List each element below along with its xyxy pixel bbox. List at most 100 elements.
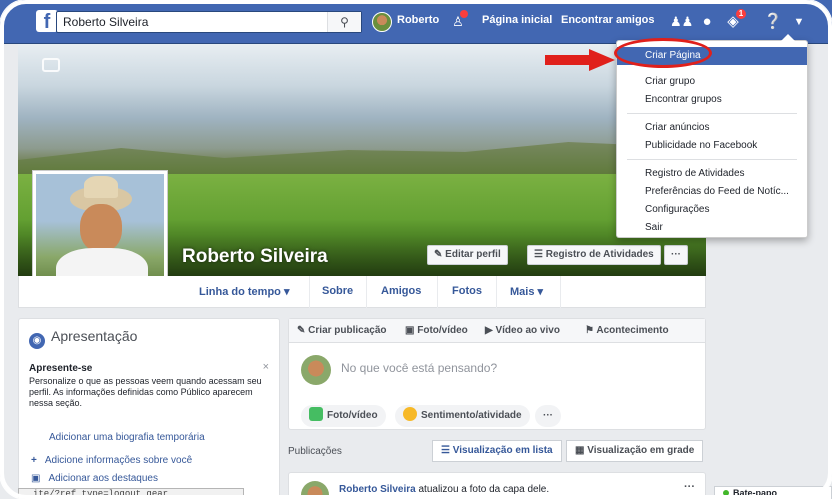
list-icon: ☰ (534, 249, 546, 260)
add-highlights-label: Adicionar aos destaques (48, 473, 158, 484)
close-icon[interactable]: × (263, 361, 269, 373)
tab-friends[interactable]: Amigos (381, 285, 421, 297)
composer-tabs: ✎ Criar publicação ▣ Foto/vídeo ▶ Vídeo … (289, 319, 705, 343)
tab-divider (496, 276, 497, 308)
profile-link[interactable]: Roberto (397, 14, 439, 26)
edit-profile-button[interactable]: ✎ Editar perfil (427, 245, 508, 265)
post-header: Roberto Silveira atualizou a foto da cap… (339, 484, 549, 495)
find-friends-link[interactable]: Encontrar amigos (561, 14, 655, 26)
intro-subtitle: Apresente-se (29, 363, 93, 374)
create-post-label: Criar publicação (308, 325, 387, 336)
plus-icon: + (31, 455, 37, 466)
status-url: ite/?ref_type=logout_gear (18, 488, 244, 499)
activity-log-button[interactable]: ☰ Registro de Atividades (527, 245, 661, 265)
list-view-label: Visualização em lista (452, 445, 553, 456)
menu-item-advertising[interactable]: Publicidade no Facebook (617, 137, 807, 155)
avatar[interactable] (372, 12, 392, 32)
live-video-label: Vídeo ao vivo (495, 325, 560, 336)
add-info-link[interactable]: + Adicione informações sobre você (31, 455, 192, 466)
search-box: ⚲ (56, 11, 362, 33)
photo-video-tab-label: Foto/vídeo (417, 325, 468, 336)
feeling-activity-label: Sentimento/atividade (421, 410, 522, 421)
menu-item-create-ads[interactable]: Criar anúncios (617, 119, 807, 137)
photo-icon (309, 407, 323, 421)
tab-divider (309, 276, 310, 308)
search-input[interactable] (57, 12, 327, 32)
photo-icon: ▣ (31, 473, 41, 484)
grid-view-label: Visualização em grade (587, 445, 695, 456)
menu-item-activity-log[interactable]: Registro de Atividades (617, 165, 807, 183)
tab-about[interactable]: Sobre (322, 285, 353, 297)
tab-photo-video[interactable]: ▣ Foto/vídeo (405, 325, 468, 336)
post-composer: ✎ Criar publicação ▣ Foto/vídeo ▶ Vídeo … (288, 318, 706, 430)
tab-live-video[interactable]: ▶ Vídeo ao vivo (485, 325, 560, 336)
home-link[interactable]: Página inicial (482, 14, 552, 26)
flag-icon: ⚑ (585, 325, 597, 336)
add-highlights-link[interactable]: ▣ Adicionar aos destaques (31, 473, 158, 484)
tab-life-event[interactable]: ⚑ Acontecimento (585, 325, 669, 336)
add-info-label: Adicione informações sobre você (44, 455, 193, 466)
tab-timeline[interactable]: Linha do tempo ▾ (199, 285, 289, 298)
face (80, 204, 122, 252)
photo-video-label: Foto/vídeo (327, 410, 378, 421)
publications-title: Publicações (288, 446, 342, 457)
pencil-icon: ✎ (297, 325, 309, 336)
timeline-navigation: Linha do tempo ▾ Sobre Amigos Fotos Mais… (18, 276, 706, 308)
post-author-link[interactable]: Roberto Silveira (339, 484, 416, 495)
video-icon: ▶ (485, 325, 496, 336)
tab-photos[interactable]: Fotos (452, 285, 482, 297)
profile-name[interactable]: Roberto Silveira (182, 246, 328, 268)
notification-dot (460, 10, 468, 18)
grid-icon: ▦ (575, 445, 588, 456)
facebook-logo-icon[interactable]: f (36, 10, 58, 32)
intro-panel: ◉ Apresentação Apresente-se × Personalize… (18, 318, 280, 499)
friend-requests-icon[interactable]: ♟♟ (670, 12, 693, 32)
menu-item-create-group[interactable]: Criar grupo (617, 73, 807, 91)
intro-title: Apresentação (51, 328, 138, 344)
help-icon[interactable]: ❔ (762, 12, 784, 32)
menu-item-logout[interactable]: Sair (617, 219, 807, 237)
highlight-ring (614, 38, 712, 68)
tab-more[interactable]: Mais ▾ (510, 285, 543, 298)
cover-more-button[interactable]: ··· (664, 245, 688, 265)
grid-view-button[interactable]: ▦ Visualização em grade (566, 440, 704, 462)
chat-bar[interactable]: Bate-papo (714, 486, 832, 499)
list-icon: ☰ (441, 445, 453, 456)
menu-item-news-feed-preferences[interactable]: Preferências do Feed de Notíc... (617, 183, 807, 201)
post-options-button[interactable]: ··· (684, 481, 695, 493)
menu-divider (627, 159, 797, 160)
post-text: atualizou a foto da capa dele. (418, 484, 550, 495)
feeling-activity-button[interactable]: Sentimento/atividade (395, 405, 530, 427)
composer-more-button[interactable]: ··· (535, 405, 561, 427)
globe-icon: ◉ (29, 333, 45, 349)
menu-item-find-groups[interactable]: Encontrar grupos (617, 91, 807, 109)
search-icon[interactable]: ⚲ (327, 12, 361, 32)
activity-log-label: Registro de Atividades (545, 249, 654, 260)
chat-label: Bate-papo (733, 488, 778, 498)
intro-header: ◉ Apresentação (29, 328, 137, 349)
online-status-icon (723, 490, 729, 496)
camera-icon[interactable] (42, 58, 60, 72)
top-navigation-bar: f ⚲ Roberto ♙ Página inicial Encontrar a… (0, 0, 832, 44)
notifications-count-badge: 1 (736, 9, 746, 19)
menu-item-settings[interactable]: Configurações (617, 201, 807, 219)
avatar (301, 355, 331, 385)
list-view-button[interactable]: ☰ Visualização em lista (432, 440, 562, 462)
photo-video-button[interactable]: Foto/vídeo (301, 405, 386, 427)
status-input[interactable]: No que você está pensando? (341, 361, 497, 375)
avatar[interactable] (301, 481, 329, 499)
life-event-label: Acontecimento (596, 325, 669, 336)
caret-down-icon[interactable]: ▼ (788, 12, 810, 32)
tab-divider (437, 276, 438, 308)
account-dropdown-menu: Criar Página Criar grupo Encontrar grupo… (616, 34, 808, 238)
menu-divider (627, 113, 797, 114)
pencil-icon: ✎ (434, 249, 446, 260)
tab-create-post[interactable]: ✎ Criar publicação (297, 325, 387, 336)
edit-profile-label: Editar perfil (445, 249, 501, 260)
timeline-post: Roberto Silveira atualizou a foto da cap… (288, 472, 706, 499)
messenger-icon[interactable]: ● (696, 12, 718, 32)
pointer-arrow-icon (545, 49, 615, 71)
tab-divider (560, 276, 561, 308)
add-bio-link[interactable]: Adicionar uma biografia temporária (49, 432, 205, 443)
intro-description: Personalize o que as pessoas veem quando… (29, 376, 262, 408)
